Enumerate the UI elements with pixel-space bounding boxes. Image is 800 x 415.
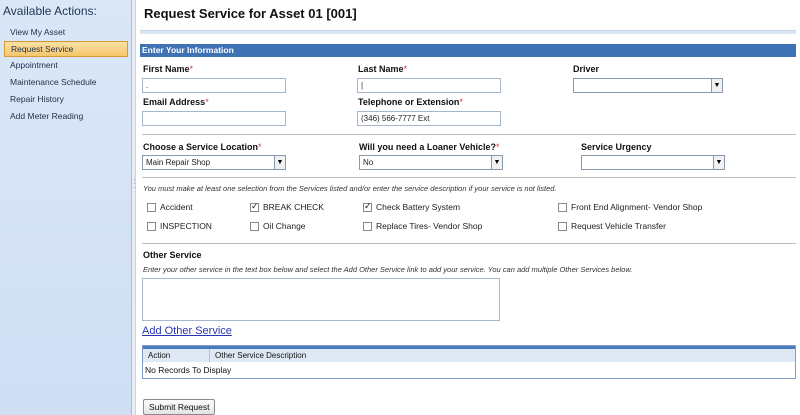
- sidebar: Available Actions: View My Asset Request…: [0, 0, 132, 415]
- title-divider: [140, 30, 796, 34]
- required-marker: *: [403, 64, 408, 74]
- service-location-select[interactable]: Main Repair Shop ▼: [142, 155, 286, 170]
- other-service-textarea[interactable]: [142, 278, 500, 321]
- urgency-select[interactable]: ▼: [581, 155, 725, 170]
- service-option-vehicle-transfer[interactable]: Request Vehicle Transfer: [558, 221, 666, 231]
- last-name-label: Last Name*: [358, 64, 407, 74]
- service-option-label: BREAK CHECK: [263, 202, 324, 212]
- first-name-label-text: First Name: [143, 64, 190, 74]
- checkbox[interactable]: [558, 202, 567, 212]
- other-service-grid: Action Other Service Description No Reco…: [142, 345, 796, 379]
- loaner-value: No: [363, 158, 374, 167]
- service-location-label: Choose a Service Location*: [143, 142, 262, 152]
- pane-splitter[interactable]: [132, 0, 136, 415]
- service-option-label: Accident: [160, 202, 193, 212]
- chevron-down-icon[interactable]: ▼: [274, 156, 285, 169]
- page-title: Request Service for Asset 01 [001]: [144, 6, 357, 21]
- phone-input[interactable]: (346) 566-7777 Ext: [357, 111, 501, 126]
- first-name-label: First Name*: [143, 64, 193, 74]
- email-input[interactable]: [142, 111, 286, 126]
- service-option-label: Replace Tires- Vendor Shop: [376, 221, 483, 231]
- checkbox[interactable]: [147, 202, 156, 212]
- required-marker: *: [495, 142, 500, 152]
- service-location-label-text: Choose a Service Location: [143, 142, 259, 152]
- service-option-label: Request Vehicle Transfer: [571, 221, 666, 231]
- checkbox[interactable]: [250, 221, 259, 231]
- sidebar-item-request-service[interactable]: Request Service: [4, 41, 128, 57]
- main-content: Request Service for Asset 01 [001] Enter…: [137, 0, 800, 415]
- grid-header: Action Other Service Description: [143, 346, 795, 362]
- service-option-label: Check Battery System: [376, 202, 461, 212]
- sidebar-item-add-meter-reading[interactable]: Add Meter Reading: [0, 108, 131, 125]
- sidebar-title: Available Actions:: [3, 4, 97, 18]
- checkbox-checked[interactable]: [250, 201, 259, 212]
- section-header: Enter Your Information: [140, 44, 796, 57]
- divider: [142, 177, 796, 178]
- add-other-service-link[interactable]: Add Other Service: [142, 325, 232, 337]
- sidebar-item-view-my-asset[interactable]: View My Asset: [0, 24, 131, 41]
- email-label-text: Email Address: [143, 97, 206, 107]
- required-marker: *: [205, 97, 209, 107]
- grid-column-description[interactable]: Other Service Description: [210, 349, 795, 362]
- required-marker: *: [459, 97, 463, 107]
- chevron-down-icon[interactable]: ▼: [713, 156, 724, 169]
- service-location-value: Main Repair Shop: [146, 158, 211, 167]
- service-option-check-battery[interactable]: Check Battery System: [363, 201, 461, 212]
- service-option-label: Front End Alignment- Vendor Shop: [571, 202, 703, 212]
- service-option-inspection[interactable]: INSPECTION: [147, 221, 212, 231]
- urgency-label: Service Urgency: [581, 142, 652, 152]
- service-option-label: Oil Change: [263, 221, 306, 231]
- sidebar-item-maintenance-schedule[interactable]: Maintenance Schedule: [0, 74, 131, 91]
- splitter-grip-icon[interactable]: · · ·: [133, 176, 136, 192]
- loaner-label-text: Will you need a Loaner Vehicle?: [359, 142, 496, 152]
- grid-column-action[interactable]: Action: [143, 349, 210, 362]
- chevron-down-icon[interactable]: ▼: [491, 156, 502, 169]
- submit-request-button[interactable]: Submit Request: [143, 399, 216, 415]
- service-option-oil-change[interactable]: Oil Change: [250, 221, 306, 231]
- service-option-accident[interactable]: Accident: [147, 202, 193, 212]
- sidebar-item-repair-history[interactable]: Repair History: [0, 91, 131, 108]
- grid-empty-message: No Records To Display: [145, 365, 232, 375]
- phone-label-text: Telephone or Extension: [358, 97, 460, 107]
- last-name-label-text: Last Name: [358, 64, 404, 74]
- chevron-down-icon[interactable]: ▼: [711, 79, 722, 92]
- required-marker: *: [258, 142, 262, 152]
- first-name-input[interactable]: .: [142, 78, 286, 93]
- other-service-heading: Other Service: [143, 250, 202, 260]
- services-note: You must make at least one selection fro…: [143, 184, 557, 193]
- divider: [142, 134, 796, 135]
- email-label: Email Address*: [143, 97, 209, 107]
- service-option-front-end-alignment[interactable]: Front End Alignment- Vendor Shop: [558, 202, 702, 212]
- loaner-label: Will you need a Loaner Vehicle?*: [359, 142, 499, 152]
- checkbox-checked[interactable]: [363, 201, 372, 212]
- other-service-note: Enter your other service in the text box…: [143, 265, 633, 274]
- sidebar-item-appointment[interactable]: Appointment: [0, 57, 131, 74]
- checkbox[interactable]: [558, 221, 567, 231]
- loaner-select[interactable]: No ▼: [359, 155, 503, 170]
- checkbox[interactable]: [363, 221, 372, 231]
- divider: [142, 243, 796, 244]
- required-marker: *: [189, 64, 194, 74]
- service-option-replace-tires[interactable]: Replace Tires- Vendor Shop: [363, 221, 482, 231]
- checkbox[interactable]: [147, 221, 156, 231]
- driver-select[interactable]: ▼: [573, 78, 723, 93]
- phone-label: Telephone or Extension*: [358, 97, 463, 107]
- service-option-label: INSPECTION: [160, 221, 212, 231]
- service-option-break-check[interactable]: BREAK CHECK: [250, 201, 324, 212]
- driver-label: Driver: [573, 64, 600, 74]
- last-name-input[interactable]: |: [357, 78, 501, 93]
